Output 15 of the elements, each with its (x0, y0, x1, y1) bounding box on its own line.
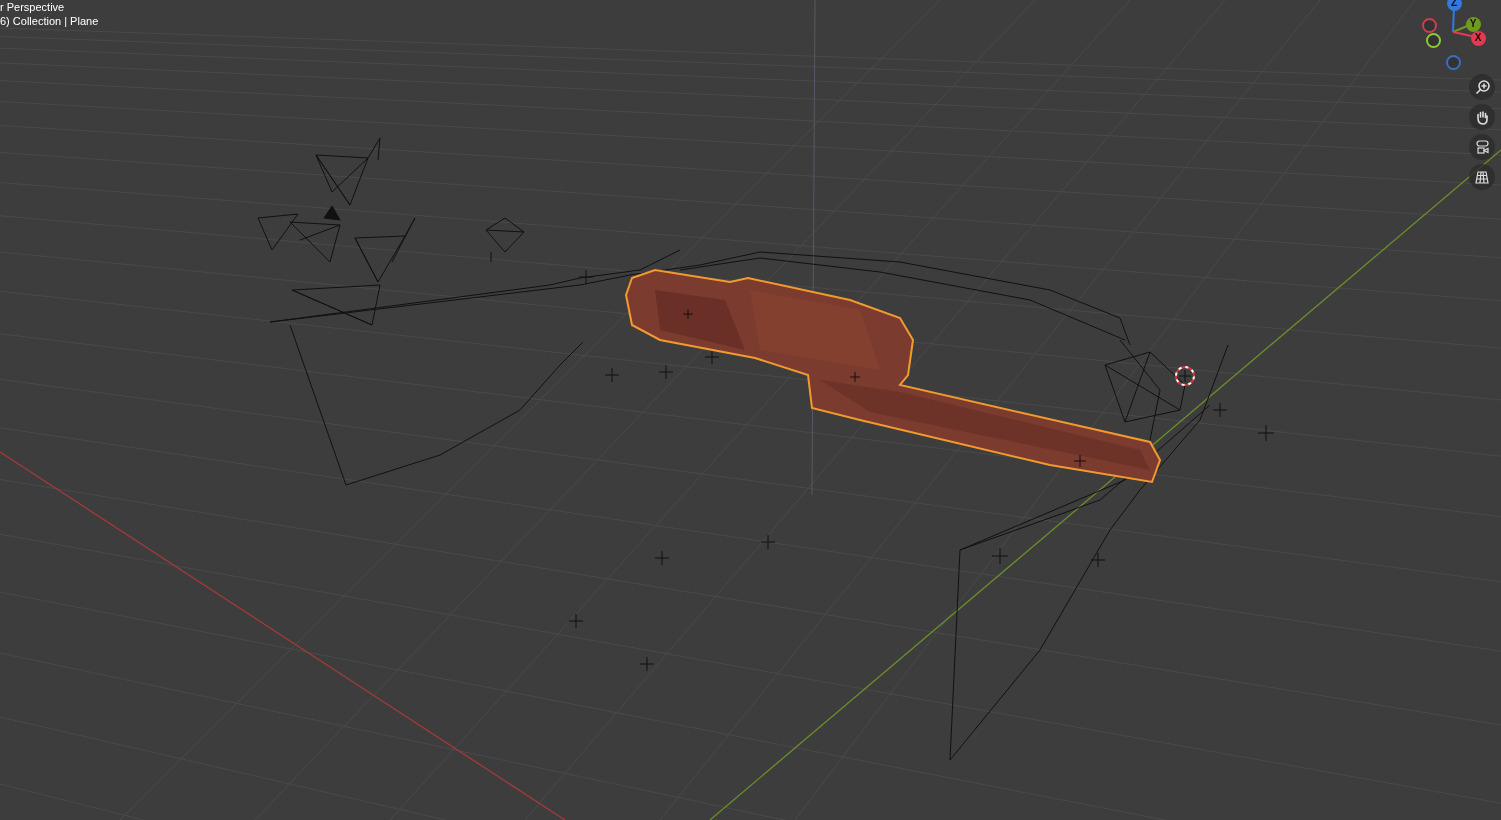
camera-view-button[interactable] (1469, 134, 1495, 160)
axis-button[interactable]: Z (1446, 0, 1462, 11)
negative-axis-button[interactable] (1425, 32, 1441, 48)
zoom-view-button[interactable] (1469, 74, 1495, 100)
3d-cursor-icon (1175, 366, 1195, 386)
grid-icon (1474, 169, 1490, 185)
magnifier-icon (1474, 79, 1490, 95)
axis-button[interactable]: X (1470, 30, 1486, 46)
view-label: r Perspective (0, 0, 66, 14)
object-info-label: 6) Collection | Plane (0, 14, 99, 28)
ortho-view-button[interactable] (1469, 164, 1495, 190)
axis-button[interactable]: Y (1465, 16, 1481, 32)
camera-icon (1474, 139, 1490, 155)
hand-icon (1474, 109, 1490, 125)
pan-view-button[interactable] (1469, 104, 1495, 130)
